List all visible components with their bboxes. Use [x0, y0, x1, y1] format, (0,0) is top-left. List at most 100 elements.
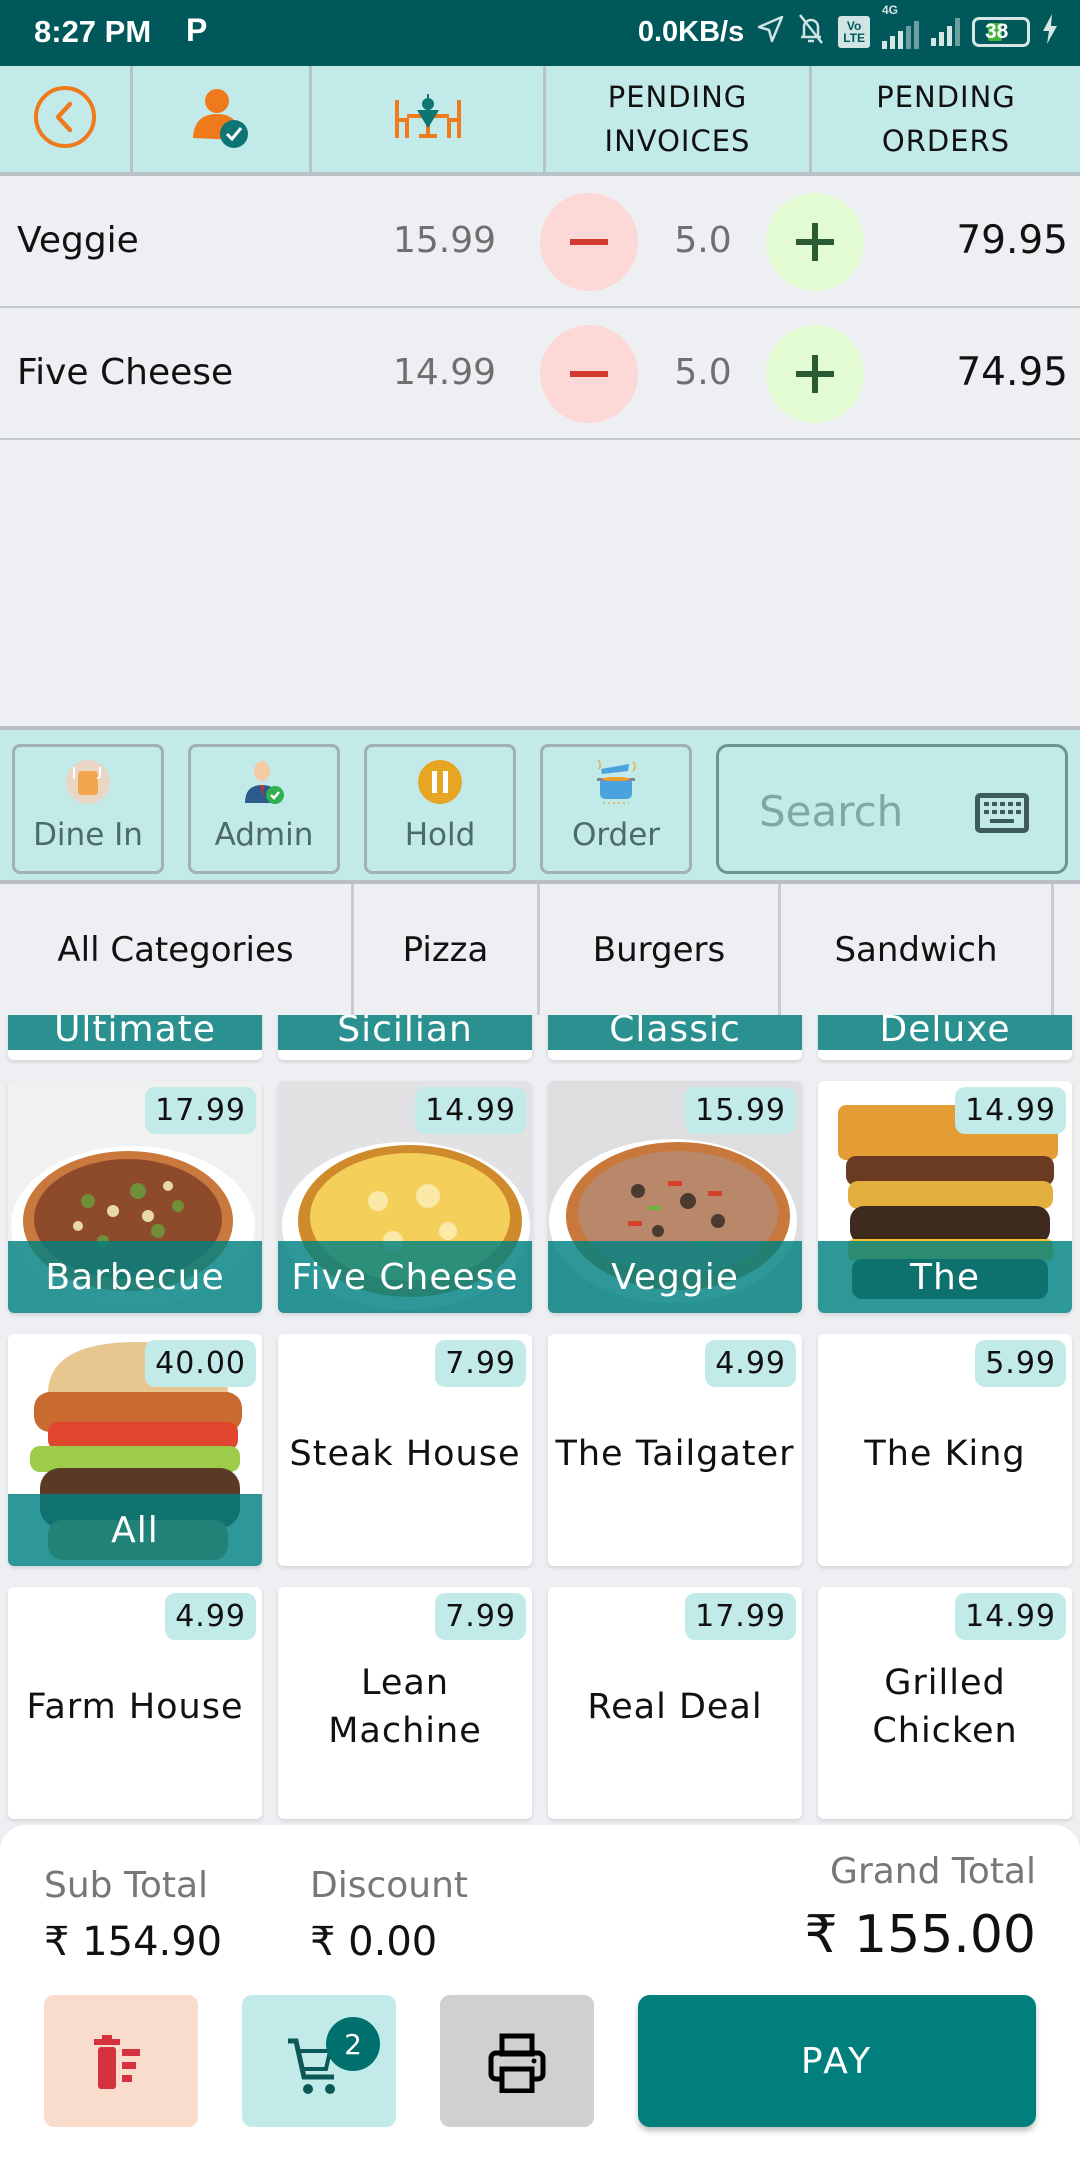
product-card-veggie[interactable]: 15.99 Veggie [548, 1081, 802, 1313]
product-name: Steak House [289, 1434, 521, 1474]
product-card-barbecue[interactable]: 17.99 Barbecue [8, 1081, 262, 1313]
keyboard-icon[interactable] [975, 793, 1029, 833]
tab-sandwich[interactable]: Sandwich [781, 884, 1054, 1015]
dine-in-label: Dine In [33, 817, 143, 853]
product-price: 4.99 [165, 1593, 256, 1640]
product-card-all[interactable]: 40.00 All [8, 1334, 262, 1566]
product-price: 15.99 [685, 1087, 796, 1134]
pending-invoices-line1: PENDING [607, 80, 748, 114]
product-name: The [818, 1241, 1072, 1313]
pay-button[interactable]: PAY [638, 1995, 1036, 2127]
product-price: 7.99 [435, 1340, 526, 1387]
checkout-panel: Sub Total ₹ 154.90 Discount ₹ 0.00 Grand… [0, 1825, 1080, 2160]
product-card-farm-house[interactable]: 4.99 Farm House [8, 1587, 262, 1819]
discount-value: ₹ 0.00 [310, 1919, 438, 1965]
order-item-total: 79.95 [956, 218, 1068, 263]
product-card-lean-machine[interactable]: 7.99 Lean Machine [278, 1587, 532, 1819]
tab-burgers[interactable]: Burgers [540, 884, 781, 1015]
product-grid: Ultimate Sicilian Classic Deluxe 17.99 B… [0, 1015, 1080, 1825]
product-name: Veggie [548, 1241, 802, 1313]
network-speed: 0.0KB/s [637, 15, 745, 48]
search-box[interactable] [716, 744, 1068, 874]
order-item-row[interactable]: Five Cheese 14.99 5.0 74.95 [0, 308, 1080, 440]
product-name: Real Deal [587, 1687, 763, 1727]
cart-count-badge: 2 [326, 2017, 380, 2071]
pause-icon [417, 759, 463, 805]
admin-button[interactable]: Admin [188, 744, 340, 874]
product-card[interactable]: Ultimate [8, 1015, 262, 1060]
action-bar: Dine In Admin Hold Order [0, 726, 1080, 884]
product-name: The Tailgater [555, 1434, 795, 1474]
product-price: 14.99 [955, 1593, 1066, 1640]
product-card-the-tailgater[interactable]: 4.99 The Tailgater [548, 1334, 802, 1566]
pending-orders-button[interactable]: PENDING ORDERS [812, 66, 1080, 172]
product-price: 5.99 [975, 1340, 1066, 1387]
tab-all-categories[interactable]: All Categories [0, 884, 354, 1015]
cart-button[interactable]: 2 [242, 1995, 396, 2127]
product-name: Five Cheese [278, 1241, 532, 1313]
category-tabs: All Categories Pizza Burgers Sandwich [0, 884, 1080, 1015]
network-type: 4G [882, 2, 899, 17]
product-card[interactable]: Deluxe [818, 1015, 1072, 1060]
hold-button[interactable]: Hold [364, 744, 516, 874]
tab-more[interactable] [1054, 884, 1080, 1015]
print-button[interactable] [440, 1995, 594, 2127]
order-item-price: 15.99 [392, 220, 496, 261]
admin-icon [241, 759, 287, 805]
top-nav: PENDING INVOICES PENDING ORDERS [0, 66, 1080, 176]
product-card-the[interactable]: 14.99 The [818, 1081, 1072, 1313]
order-item-row[interactable]: Veggie 15.99 5.0 79.95 [0, 176, 1080, 308]
order-item-price: 14.99 [392, 352, 496, 393]
signal-icon [931, 18, 960, 46]
clear-order-button[interactable] [44, 1995, 198, 2127]
product-card-the-king[interactable]: 5.99 The King [818, 1334, 1072, 1566]
product-price: 7.99 [435, 1593, 526, 1640]
decrease-qty-button[interactable] [540, 193, 638, 291]
pending-invoices-line2: INVOICES [604, 124, 751, 158]
product-name: Grilled Chicken [872, 1663, 1018, 1751]
product-card-five-cheese[interactable]: 14.99 Five Cheese [278, 1081, 532, 1313]
dine-in-icon [65, 759, 111, 805]
parking-notification-icon: P [186, 12, 208, 48]
delete-list-icon [92, 2035, 150, 2093]
grand-total-label: Grand Total [830, 1851, 1036, 1892]
product-price: 14.99 [415, 1087, 526, 1134]
table-button[interactable] [312, 66, 546, 172]
user-verified-icon [190, 84, 252, 154]
increase-qty-button[interactable] [766, 193, 864, 291]
order-item-qty: 5.0 [674, 352, 732, 393]
decrease-qty-button[interactable] [540, 325, 638, 423]
product-price: 17.99 [685, 1593, 796, 1640]
pending-orders-line2: ORDERS [881, 124, 1011, 158]
battery-level: 38 [985, 20, 1009, 43]
order-button[interactable]: Order [540, 744, 692, 874]
search-input[interactable] [759, 783, 959, 839]
product-name: All [8, 1494, 262, 1566]
product-name: Deluxe [818, 1015, 1072, 1050]
grand-total-value: ₹ 155.00 [804, 1905, 1036, 1965]
product-card-grilled-chicken[interactable]: 14.99 Grilled Chicken [818, 1587, 1072, 1819]
increase-qty-button[interactable] [766, 325, 864, 423]
status-bar: 8:27 PM P 0.0KB/s Vo LTE 4G 38 [0, 0, 1080, 66]
back-button[interactable] [0, 66, 133, 172]
product-name: The King [864, 1434, 1026, 1474]
product-name: Classic [548, 1015, 802, 1050]
product-name: Sicilian [278, 1015, 532, 1050]
product-card-real-deal[interactable]: 17.99 Real Deal [548, 1587, 802, 1819]
admin-label: Admin [214, 817, 314, 853]
product-name: Barbecue [8, 1241, 262, 1313]
printer-icon [488, 2033, 546, 2097]
product-price: 14.99 [955, 1087, 1066, 1134]
product-card[interactable]: Classic [548, 1015, 802, 1060]
pending-invoices-button[interactable]: PENDING INVOICES [546, 66, 812, 172]
order-label: Order [571, 817, 661, 853]
battery-icon: 38 [972, 17, 1030, 47]
dine-in-button[interactable]: Dine In [12, 744, 164, 874]
order-item-qty: 5.0 [674, 220, 732, 261]
tab-pizza[interactable]: Pizza [354, 884, 540, 1015]
product-card-steak-house[interactable]: 7.99 Steak House [278, 1334, 532, 1566]
customer-button[interactable] [133, 66, 312, 172]
pending-orders-line1: PENDING [876, 80, 1016, 114]
product-card[interactable]: Sicilian [278, 1015, 532, 1060]
order-item-name: Five Cheese [17, 352, 234, 393]
